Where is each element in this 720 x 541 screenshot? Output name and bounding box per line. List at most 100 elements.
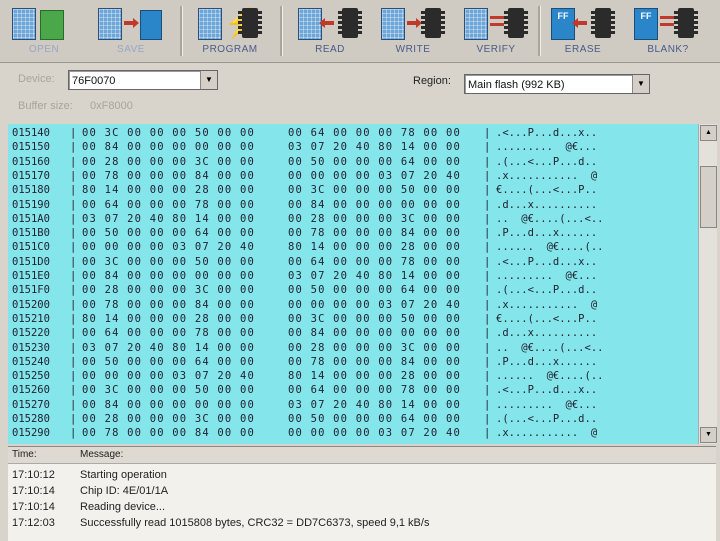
hex-column-divider: | [70,241,77,254]
hex-bytes-low: 00 3C 00 00 00 50 00 00 [82,127,255,139]
hex-address: 015240 [12,355,50,368]
hex-ascii: .. @€....(...<.. [496,341,604,354]
hex-bytes-high: 00 64 00 00 00 78 00 00 [288,127,461,139]
hex-address: 015150 [12,141,50,154]
save-label: SAVE [117,44,145,55]
hex-bytes-low: 00 3C 00 00 00 50 00 00 [82,384,255,397]
hex-bytes-high: 00 00 00 00 03 07 20 40 [288,298,461,311]
chevron-down-icon[interactable]: ▼ [200,71,217,89]
toolbar: OPEN SAVE ⚡ PROGRAM READ WRITE [0,0,720,63]
blank-check-button[interactable]: FF BLANK? [626,4,710,58]
scroll-down-icon[interactable]: ▼ [700,427,717,443]
hex-column-divider: | [70,270,77,282]
hex-bytes-high: 00 84 00 00 00 00 00 00 [288,327,461,340]
hex-bytes-high: 00 50 00 00 00 64 00 00 [288,413,461,425]
hex-column-divider: | [70,212,77,225]
hex-column-divider: | [70,127,77,139]
hex-ascii: ......... @€... [496,141,598,154]
hex-bytes-low: 80 14 00 00 00 28 00 00 [82,184,255,197]
hex-bytes-high: 00 00 00 00 03 07 20 40 [288,169,461,182]
hex-address: 015290 [12,427,50,440]
hex-address: 0151D0 [12,255,50,268]
hex-address: 015170 [12,169,50,182]
log-time: 17:12:03 [12,517,55,529]
device-label: Device: [18,73,55,85]
blank-check-icon: FF [630,6,698,42]
hex-column-divider: | [484,227,491,240]
hex-column-divider: | [70,284,77,297]
hex-ascii: .<...P...d...x.. [496,127,598,139]
hex-column-divider: | [70,298,77,311]
hex-bytes-high: 00 64 00 00 00 78 00 00 [288,255,461,268]
log-time: 17:10:14 [12,485,55,497]
hex-column-divider: | [70,141,77,154]
hex-address: 015180 [12,184,50,197]
hex-column-divider: | [484,398,491,411]
log-message: Chip ID: 4E/01/1A [80,485,169,497]
hex-ascii: .x........... @ [496,427,598,440]
hex-column-divider: | [484,312,491,325]
save-icon [94,6,162,42]
device-select[interactable]: 76F0070 ▼ [68,70,218,90]
hex-ascii: .P...d...x...... [496,227,598,240]
write-label: WRITE [395,44,431,55]
hex-address: 015200 [12,298,50,311]
hex-editor[interactable]: 015140 00 3C 00 00 00 50 00 00 00 64 00 00… [8,124,698,444]
hex-ascii: .P...d...x...... [496,355,598,368]
hex-ascii: ......... @€... [496,398,598,411]
message-log: Time: Message: 17:10:12 Starting operati… [8,446,716,541]
log-message: Successfully read 1015808 bytes, CRC32 =… [80,517,430,529]
erase-icon: FF [547,6,615,42]
hex-column-divider: | [70,169,77,182]
hex-bytes-low: 00 50 00 00 00 64 00 00 [82,355,255,368]
hex-bytes-low: 03 07 20 40 80 14 00 00 [82,341,255,354]
hex-column-divider: | [484,198,491,211]
hex-column-divider: | [484,155,491,168]
hex-column-divider: | [70,312,77,325]
scroll-up-icon[interactable]: ▲ [700,125,717,141]
hex-ascii: €....(...<...P.. [496,312,598,325]
hex-column-divider: | [484,169,491,182]
save-button[interactable]: SAVE [90,4,172,58]
write-button[interactable]: WRITE [373,4,453,58]
hex-column-divider: | [484,413,491,425]
hex-bytes-high: 00 84 00 00 00 00 00 00 [288,198,461,211]
hex-bytes-high: 00 28 00 00 00 3C 00 00 [288,341,461,354]
log-col-time: Time: [12,449,37,460]
hex-scrollbar[interactable]: ▲ ▼ [698,124,717,444]
hex-bytes-low: 00 28 00 00 00 3C 00 00 [82,284,255,297]
verify-icon [460,6,528,42]
hex-column-divider: | [484,384,491,397]
hex-bytes-high: 03 07 20 40 80 14 00 00 [288,270,461,282]
hex-ascii: .(...<...P...d.. [496,413,598,425]
open-label: OPEN [28,44,60,55]
hex-ascii: .(...<...P...d.. [496,284,598,297]
program-button[interactable]: ⚡ PROGRAM [190,4,270,58]
scrollbar-thumb[interactable] [700,166,717,228]
chevron-down-icon[interactable]: ▼ [632,75,649,93]
hex-bytes-high: 03 07 20 40 80 14 00 00 [288,141,461,154]
hex-bytes-low: 00 78 00 00 00 84 00 00 [82,427,255,440]
open-button[interactable]: OPEN [2,4,86,58]
verify-button[interactable]: VERIFY [456,4,536,58]
hex-column-divider: | [484,270,491,282]
hex-bytes-high: 00 50 00 00 00 64 00 00 [288,155,461,168]
region-select[interactable]: Main flash (992 KB) ▼ [464,74,650,94]
hex-ascii: .d...x.......... [496,327,598,340]
hex-bytes-low: 80 14 00 00 00 28 00 00 [82,312,255,325]
hex-address: 0151A0 [12,212,50,225]
hex-ascii: .x........... @ [496,298,598,311]
hex-ascii: ...... @€....(.. [496,370,604,383]
hex-ascii: .<...P...d...x.. [496,384,598,397]
hex-address: 015280 [12,413,50,425]
hex-column-divider: | [70,341,77,354]
hex-column-divider: | [70,355,77,368]
region-value: Main flash (992 KB) [468,79,565,91]
hex-bytes-low: 00 64 00 00 00 78 00 00 [82,327,255,340]
hex-address: 015160 [12,155,50,168]
hex-address: 015210 [12,312,50,325]
hex-address: 015230 [12,341,50,354]
erase-button[interactable]: FF ERASE [543,4,623,58]
hex-address: 015260 [12,384,50,397]
read-button[interactable]: READ [290,4,370,58]
